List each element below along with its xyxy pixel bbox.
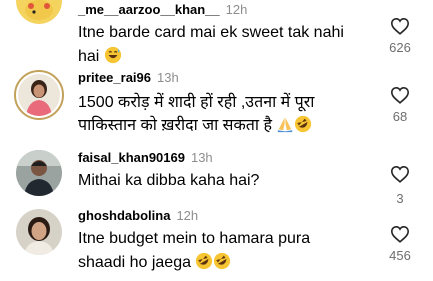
comment-line: Mithai ka dibba kaha hai?: [78, 172, 260, 189]
comment-item: _me__aarzoo__khan__ 12h Itne barde card m…: [0, 0, 433, 70]
comment-meta: pritee_rai96 13h: [78, 70, 179, 85]
comment-meta: _me__aarzoo__khan__ 12h: [78, 2, 247, 17]
like-control: 3: [383, 186, 417, 206]
avatar-image: [16, 209, 62, 255]
timestamp: 13h: [190, 150, 213, 165]
like-control: 626: [383, 17, 417, 55]
heart-icon[interactable]: [390, 17, 410, 35]
username[interactable]: ghoshdabolina: [78, 208, 170, 223]
rofl-emoji: [295, 115, 312, 133]
avatar[interactable]: [16, 0, 62, 24]
rofl-emoji: [196, 252, 213, 270]
comment-line: Itne barde card mai ek sweet tak nahi: [78, 24, 344, 41]
comment-line: hai: [78, 48, 100, 65]
timestamp: 12h: [176, 208, 199, 223]
like-count: 3: [396, 191, 404, 206]
comment-line: 1500 करोड़ में शादी हों रही ,उतना में पू…: [78, 94, 315, 111]
comment-line: shaadi ho jaega: [78, 254, 191, 271]
comment-text: Mithai ka dibba kaha hai?: [78, 169, 383, 193]
timestamp: 13h: [157, 70, 179, 85]
like-control: 456: [383, 225, 417, 263]
avatar[interactable]: [16, 150, 62, 196]
avatar-image: [16, 150, 62, 196]
heart-icon[interactable]: [390, 165, 410, 188]
like-count: 456: [389, 248, 411, 263]
like-count: 626: [389, 40, 411, 55]
grinning-sweat-emoji: [104, 46, 121, 64]
avatar[interactable]: [16, 209, 62, 255]
folded-hands-emoji: [278, 117, 293, 133]
heart-icon-svg: [390, 165, 410, 183]
comment-meta: faisal_khan90169 13h: [78, 150, 213, 165]
comment-meta: ghoshdabolina 12h: [78, 208, 198, 223]
comment-text: Itne barde card mai ek sweet tak nahi ha…: [78, 21, 383, 69]
avatar-image: [16, 0, 62, 24]
comment-text: Itne budget mein to hamara pura shaadi h…: [78, 227, 383, 275]
comment-item: ghoshdabolina 12h Itne budget mein to ham…: [0, 205, 433, 281]
rofl-emoji: [214, 252, 231, 270]
avatar-image: [18, 74, 60, 116]
username[interactable]: pritee_rai96: [78, 70, 151, 85]
username[interactable]: faisal_khan90169: [78, 150, 185, 165]
timestamp: 12h: [225, 2, 248, 17]
heart-icon[interactable]: [390, 86, 410, 104]
like-count: 68: [392, 109, 408, 124]
comment-line: पाकिस्तान को ख़रीदा जा सकता है: [78, 117, 272, 134]
heart-icon[interactable]: [390, 225, 410, 243]
comment-item: faisal_khan90169 13h Mithai ka dibba kaha…: [0, 148, 433, 208]
avatar[interactable]: [14, 70, 64, 120]
like-control: 68: [383, 86, 417, 124]
comment-text: 1500 करोड़ में शादी हों रही ,उतना में पू…: [78, 91, 383, 137]
comment-line: Itne budget mein to hamara pura: [78, 230, 311, 247]
comment-item: pritee_rai96 13h 1500 करोड़ में शादी हों …: [0, 68, 433, 148]
username[interactable]: _me__aarzoo__khan__: [78, 2, 220, 17]
